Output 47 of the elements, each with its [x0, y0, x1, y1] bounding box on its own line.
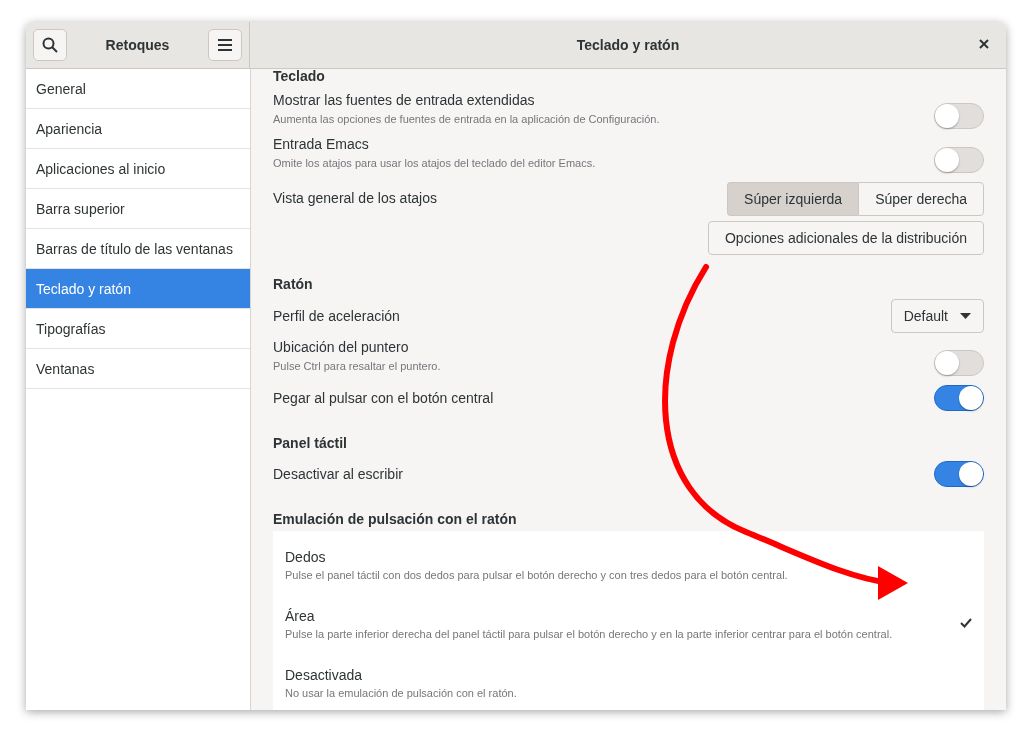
option-description: Pulse el panel táctil con dos dedos para pulsar el botón derecho y con tres dedos para el botón central.: [285, 568, 788, 581]
close-icon: [979, 39, 989, 49]
list-option[interactable]: Área Pulse la parte inferior derecha del panel táctil para pulsar el botón derecho y en la parte inferior centrar para el botón central.: [273, 594, 984, 653]
setting-label: Entrada Emacs: [273, 135, 370, 153]
sidebar-item[interactable]: Apariencia: [26, 109, 250, 149]
option-description: Pulse la parte inferior derecha del panel táctil para pulsar el botón derecho y en la parte inferior centrar para el botón central.: [285, 627, 893, 640]
sidebar-item[interactable]: Barra superior: [26, 189, 250, 229]
sidebar-item[interactable]: Aplicaciones al inicio: [26, 149, 250, 189]
option-label: Área: [285, 606, 316, 625]
option-label: Dedos: [285, 547, 327, 566]
setting-description: Omite los atajos para usar los atajos del teclado del editor Emacs.: [273, 157, 596, 169]
dropdown[interactable]: Default: [890, 299, 984, 333]
search-button[interactable]: [33, 29, 67, 61]
setting-label: Vista general de los atajos: [273, 189, 437, 207]
sidebar-item[interactable]: General: [26, 69, 250, 109]
toggle-switch[interactable]: [934, 350, 984, 376]
app-title: Retoques: [105, 37, 170, 53]
sidebar-item[interactable]: Teclado y ratón: [26, 269, 250, 309]
section-heading: Teclado: [273, 69, 326, 85]
setting-label: Pegar al pulsar con el botón central: [273, 389, 494, 407]
list-option[interactable]: Dedos Pulse el panel táctil con dos dedos para pulsar el botón derecho y con tres dedos para el botón central.: [273, 535, 984, 594]
window-title: Teclado y ratón: [576, 37, 680, 53]
sidebar-item[interactable]: Tipografías: [26, 309, 250, 349]
setting-description: Aumenta las opciones de fuentes de entrada en la aplicación de Configuración.: [273, 113, 660, 125]
setting-label: Perfil de aceleración: [273, 307, 400, 325]
menu-icon: [218, 39, 232, 51]
setting-label: Mostrar las fuentes de entrada extendidas: [273, 91, 536, 109]
section-heading: Emulación de pulsación con el ratón: [273, 510, 518, 528]
segment-button[interactable]: Súper derecha: [858, 182, 984, 216]
search-icon: [42, 37, 58, 53]
list-option[interactable]: Desactivada No usar la emulación de pulsación con el ratón.: [273, 653, 984, 710]
option-label: Desactivada: [285, 665, 364, 684]
section-heading: Panel táctil: [273, 434, 348, 452]
toggle-switch[interactable]: [934, 103, 984, 129]
menu-button[interactable]: [208, 29, 242, 61]
segment-button[interactable]: Súper izquierda: [727, 182, 859, 216]
toggle-switch[interactable]: [934, 461, 984, 487]
toggle-switch[interactable]: [934, 147, 984, 173]
setting-label: Ubicación del puntero: [273, 338, 410, 356]
caret-icon: [960, 313, 971, 319]
layout-options-button[interactable]: Opciones adicionales de la distribución: [707, 221, 984, 255]
option-description: No usar la emulación de pulsación con el ratón.: [285, 686, 517, 699]
section-heading: Ratón: [273, 275, 314, 293]
setting-description: Pulse Ctrl para resaltar el puntero.: [273, 360, 441, 372]
sidebar-item[interactable]: Ventanas: [26, 349, 250, 389]
toggle-switch[interactable]: [934, 385, 984, 411]
setting-label: Desactivar al escribir: [273, 465, 403, 483]
